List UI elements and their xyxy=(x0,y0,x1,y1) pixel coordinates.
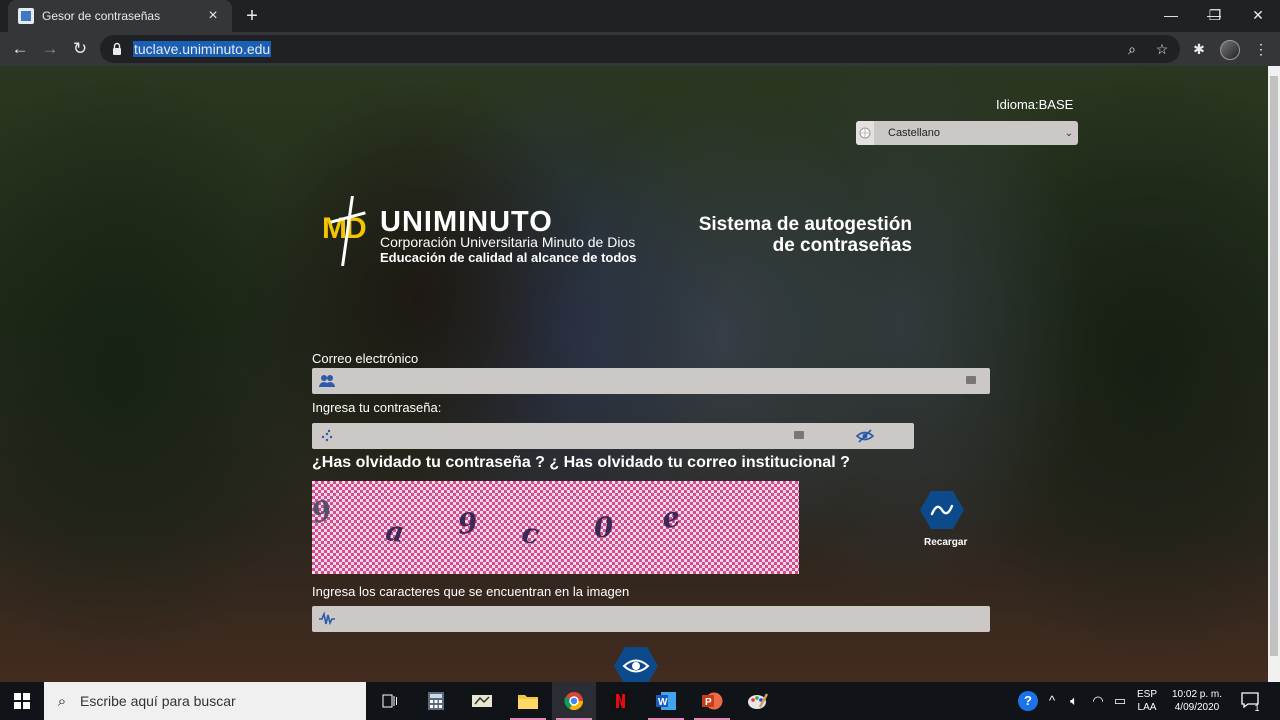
url-text[interactable]: tuclave.uniminuto.edu xyxy=(133,41,272,57)
reload-captcha-button[interactable] xyxy=(920,490,964,530)
window-maximize-icon[interactable]: ❐ xyxy=(1193,0,1237,32)
reload-label[interactable]: Recargar xyxy=(924,537,967,548)
key-dots-icon xyxy=(321,429,333,442)
captcha-char: 9 xyxy=(308,493,336,530)
chevron-down-icon: ⌄ xyxy=(1064,127,1074,139)
browser-menu-icon[interactable]: ⋮ xyxy=(1250,37,1272,61)
paint-icon[interactable] xyxy=(736,682,780,720)
captcha-input[interactable] xyxy=(312,606,990,632)
wifi-icon[interactable]: ◠ xyxy=(1090,693,1106,709)
window-close-icon[interactable]: ✕ xyxy=(1236,0,1280,32)
globe-icon xyxy=(856,121,874,145)
back-arrow-icon[interactable]: ← xyxy=(8,37,32,61)
svg-text:P: P xyxy=(705,697,712,708)
reload-icon[interactable]: ↻ xyxy=(68,37,92,61)
window-minimize-icon[interactable]: — xyxy=(1149,0,1193,32)
help-icon[interactable]: ? xyxy=(1018,691,1038,711)
captcha-input-label: Ingresa los caracteres que se encuentran… xyxy=(312,584,630,599)
windows-start-icon[interactable] xyxy=(0,682,44,720)
captcha-image: 9 a 9 c 0 e xyxy=(308,481,799,574)
zoom-icon[interactable]: ⌕ xyxy=(1124,41,1140,57)
uniminuto-logo: MD UNIMINUTO Corporación Universitaria M… xyxy=(318,196,658,268)
taskbar-search-box[interactable]: ⌕ Escribe aquí para buscar xyxy=(44,682,366,720)
page-favicon-icon xyxy=(18,8,34,24)
autofill-card-icon[interactable] xyxy=(966,376,976,384)
notifications-count: 1 xyxy=(1254,703,1260,713)
waveform-icon xyxy=(319,611,335,626)
calculator-icon[interactable] xyxy=(414,682,458,720)
language-select[interactable]: Castellano ⌄ xyxy=(856,121,1078,145)
language-label: Idioma:BASE xyxy=(996,97,1074,112)
captcha-char: c xyxy=(519,515,542,552)
language-selected-value: Castellano xyxy=(888,127,940,139)
page-scrollbar[interactable] xyxy=(1268,66,1280,682)
captcha-char: a xyxy=(383,513,407,550)
volume-icon[interactable]: 🔈︎ xyxy=(1066,693,1082,709)
password-field[interactable] xyxy=(312,423,914,449)
tab-title: Gesor de contraseñas xyxy=(42,9,161,23)
email-label: Correo electrónico xyxy=(312,351,419,366)
netflix-icon[interactable] xyxy=(598,682,642,720)
logo-slogan: Educación de calidad al alcance de todos xyxy=(380,250,637,265)
input-language[interactable]: ESP LAA xyxy=(1134,688,1160,714)
chrome-icon[interactable] xyxy=(552,682,596,720)
captcha-char: 0 xyxy=(592,510,615,545)
autofill-card-icon[interactable] xyxy=(794,431,804,439)
eye-slash-icon[interactable] xyxy=(856,429,874,443)
email-field[interactable] xyxy=(312,368,990,394)
chevron-up-icon[interactable]: ^ xyxy=(1044,693,1060,709)
users-icon xyxy=(319,375,335,387)
screen-clip-icon[interactable] xyxy=(460,682,504,720)
browser-tab-bar: Gesor de contraseñas × + — xyxy=(0,0,1280,32)
forgot-password-link[interactable]: ¿Has olvidado tu contraseña ? ¿ Has olvi… xyxy=(312,454,850,472)
browser-toolbar: ← → ↻ tuclave.uniminuto.edu ⌕ ☆ ✱ ⋮ xyxy=(0,32,1280,66)
svg-text:W: W xyxy=(658,697,668,708)
forward-arrow-icon[interactable]: → xyxy=(38,37,62,61)
captcha-char: 9 xyxy=(456,506,480,541)
file-explorer-icon[interactable] xyxy=(506,682,550,720)
captcha-char: e xyxy=(658,499,684,536)
powerpoint-icon[interactable]: P xyxy=(690,682,734,720)
profile-avatar[interactable] xyxy=(1220,40,1240,60)
password-label: Ingresa tu contraseña: xyxy=(312,400,442,415)
address-bar[interactable]: tuclave.uniminuto.edu ⌕ ☆ xyxy=(100,35,1180,63)
taskbar-search-placeholder: Escribe aquí para buscar xyxy=(80,693,236,709)
bookmark-star-icon[interactable]: ☆ xyxy=(1154,41,1170,57)
submit-button[interactable] xyxy=(614,646,658,686)
task-view-icon[interactable] xyxy=(368,682,412,720)
scrollbar-thumb[interactable] xyxy=(1270,76,1278,656)
system-title: Sistema de autogestión de contraseñas xyxy=(698,214,912,256)
clock[interactable]: 10:02 p. m. 4/09/2020 xyxy=(1164,688,1230,714)
browser-tab[interactable]: Gesor de contraseñas × xyxy=(8,0,232,32)
search-icon: ⌕ xyxy=(57,692,67,710)
windows-taskbar: ⌕ Escribe aquí para buscar W P ? ^ 🔈︎ ◠ … xyxy=(0,682,1280,720)
logo-subtitle: Corporación Universitaria Minuto de Dios xyxy=(380,234,636,250)
new-tab-button[interactable]: + xyxy=(240,4,264,28)
extensions-puzzle-icon[interactable]: ✱ xyxy=(1188,37,1210,61)
lock-icon xyxy=(113,42,121,55)
battery-icon[interactable]: ▭ xyxy=(1112,693,1128,709)
tab-close-icon[interactable]: × xyxy=(204,7,222,25)
word-icon[interactable]: W xyxy=(644,682,688,720)
